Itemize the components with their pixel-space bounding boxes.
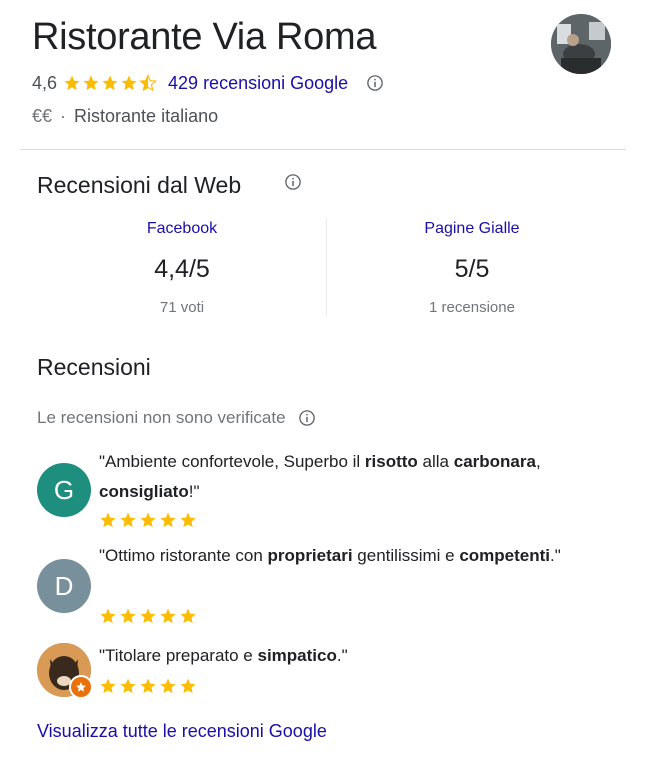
- review-stars: [99, 511, 199, 529]
- unverified-text: Le recensioni non sono verificate: [37, 408, 286, 427]
- review-fragment: .": [550, 546, 561, 565]
- review-text: "Ambiente confortevole, Superbo il risot…: [99, 447, 619, 507]
- review-highlight: risotto: [364, 452, 418, 471]
- rating-stars: [63, 74, 158, 92]
- review-text: "Ottimo ristorante con proprietari genti…: [99, 541, 619, 571]
- divider: [20, 149, 626, 150]
- star-icon: [120, 678, 136, 694]
- star-icon: [100, 608, 116, 624]
- star-icon: [121, 75, 137, 91]
- review-fragment: "Titolare preparato e: [99, 646, 258, 665]
- star-icon: [160, 608, 176, 624]
- review-fragment: .": [336, 646, 348, 665]
- web-reviews-title: Recensioni dal Web: [37, 172, 242, 198]
- star-icon: [140, 608, 156, 624]
- price-level: €€: [32, 106, 53, 126]
- source-score: 4,4/5: [154, 255, 210, 283]
- rating-line: 4,6 429 recensioni Google: [32, 70, 384, 96]
- star-icon: [160, 678, 176, 694]
- place-title: Ristorante Via Roma: [32, 16, 377, 58]
- review-fragment: alla: [417, 452, 454, 471]
- star-icon: [120, 512, 136, 528]
- star-icon: [160, 512, 176, 528]
- star-icon: [100, 678, 116, 694]
- star-icon: [180, 512, 196, 528]
- star-icon: [120, 608, 136, 624]
- web-source-facebook: Facebook 4,4/5 71 voti: [37, 218, 327, 318]
- star-icon: [64, 75, 80, 91]
- google-reviews-link[interactable]: 429 recensioni Google: [168, 73, 348, 94]
- info-icon[interactable]: [284, 173, 302, 191]
- source-count: 71 voti: [159, 299, 205, 316]
- review-fragment: !": [188, 482, 200, 501]
- star-icon: [140, 678, 156, 694]
- source-name[interactable]: Pagine Gialle: [327, 218, 617, 240]
- review-stars: [99, 677, 199, 695]
- review-text: "Titolare preparato e simpatico.": [99, 641, 619, 671]
- review-stars: [99, 607, 199, 625]
- avatar-letter: D: [54, 570, 74, 601]
- place-photo[interactable]: [551, 14, 611, 74]
- reviewer-avatar: D: [37, 559, 91, 613]
- star-icon: [100, 512, 116, 528]
- star-icon: [140, 512, 156, 528]
- star-icon: [180, 678, 196, 694]
- review-highlight: consigliato: [99, 482, 189, 501]
- source-count: 1 recensione: [429, 299, 515, 316]
- info-icon[interactable]: [366, 74, 384, 92]
- meta-separator: ·: [60, 106, 67, 126]
- review-fragment: ,: [535, 452, 541, 471]
- web-source-pagine-gialle: Pagine Gialle 5/5 1 recensione: [327, 218, 617, 318]
- source-score: 5/5: [454, 255, 490, 283]
- review-fragment: gentilissimi e: [352, 546, 460, 565]
- star-icon: [83, 75, 99, 91]
- info-icon[interactable]: [298, 409, 316, 427]
- rating-value: 4,6: [32, 72, 58, 93]
- source-name[interactable]: Facebook: [37, 218, 327, 240]
- review-highlight: carbonara: [453, 452, 536, 471]
- reviewer-avatar: [37, 643, 93, 699]
- all-google-reviews-link[interactable]: Visualizza tutte le recensioni Google: [37, 721, 327, 742]
- star-icon: [102, 75, 118, 91]
- star-half-icon: [139, 74, 157, 92]
- place-meta: €€ · Ristorante italiano: [32, 106, 218, 127]
- unverified-note: Le recensioni non sono verificate: [37, 408, 316, 428]
- review-fragment: "Ambiente confortevole, Superbo il: [99, 452, 365, 471]
- review-highlight: proprietari: [267, 546, 353, 565]
- review-highlight: competenti: [459, 546, 551, 565]
- star-icon: [180, 608, 196, 624]
- review-highlight: simpatico: [257, 646, 337, 665]
- avatar-letter: G: [53, 474, 75, 505]
- reviewer-avatar: G: [37, 463, 91, 517]
- review-fragment: "Ottimo ristorante con: [99, 546, 268, 565]
- local-guide-badge-icon: [69, 675, 93, 699]
- reviews-title: Recensioni: [37, 354, 151, 380]
- place-category: Ristorante italiano: [74, 106, 219, 126]
